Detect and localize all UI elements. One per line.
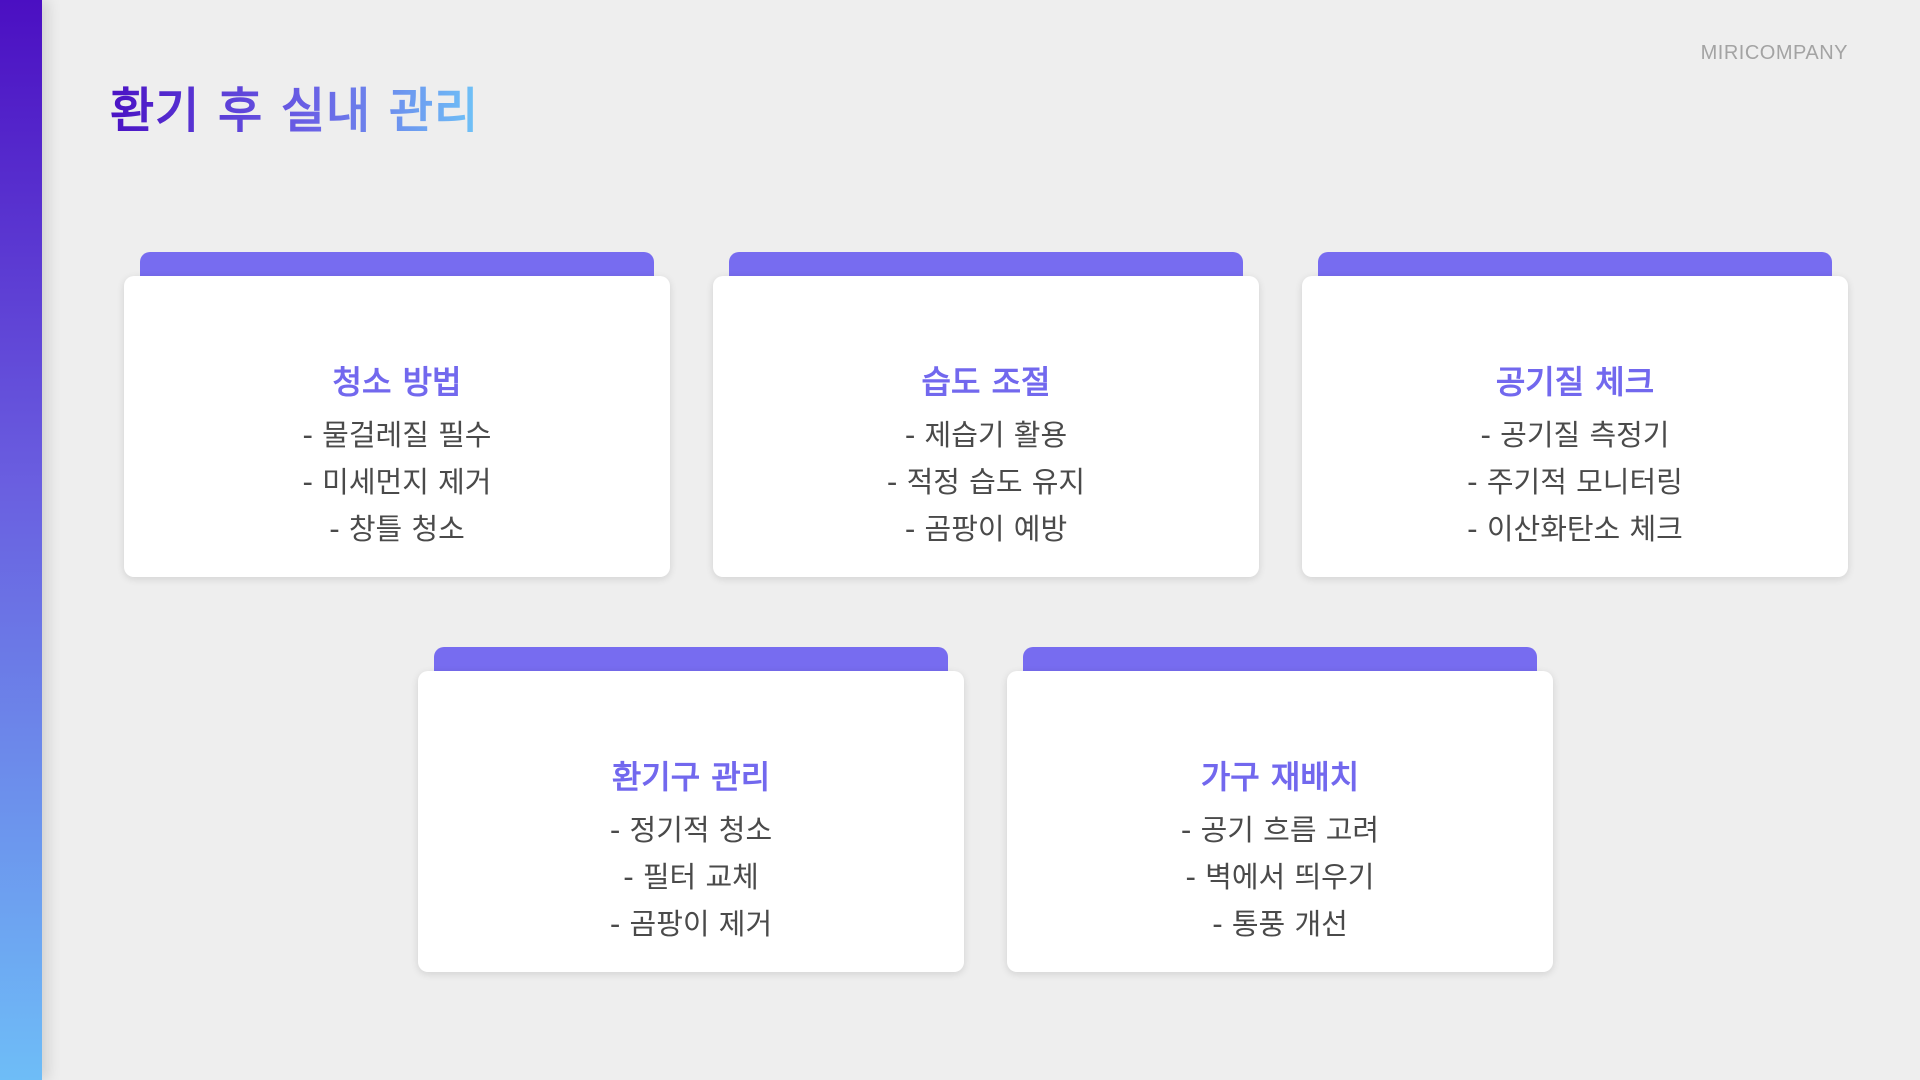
card-list: - 공기질 측정기 - 주기적 모니터링 - 이산화탄소 체크 — [1302, 412, 1848, 553]
card-title: 공기질 체크 — [1495, 363, 1655, 401]
card-title: 청소 방법 — [332, 363, 462, 401]
card-list: - 정기적 청소 - 필터 교체 - 곰팡이 제거 — [418, 807, 964, 948]
list-item: - 제습기 활용 — [904, 418, 1068, 452]
card-cleaning: 청소 방법 - 물걸레질 필수 - 미세먼지 제거 - 창틀 청소 — [124, 252, 670, 577]
card-title: 습도 조절 — [921, 363, 1051, 401]
card-body: 습도 조절 - 제습기 활용 - 적정 습도 유지 - 곰팡이 예방 — [713, 276, 1259, 577]
brand-label: MIRICOMPANY — [1700, 42, 1848, 64]
list-item: - 적정 습도 유지 — [886, 465, 1086, 499]
card-humidity: 습도 조절 - 제습기 활용 - 적정 습도 유지 - 곰팡이 예방 — [713, 252, 1259, 577]
list-item: - 필터 교체 — [623, 860, 759, 894]
card-body: 공기질 체크 - 공기질 측정기 - 주기적 모니터링 - 이산화탄소 체크 — [1302, 276, 1848, 577]
list-item: - 곰팡이 제거 — [609, 907, 773, 941]
list-item: - 이산화탄소 체크 — [1467, 512, 1683, 546]
list-item: - 벽에서 띄우기 — [1185, 860, 1375, 894]
side-accent-bar — [0, 0, 42, 1080]
page-title: 환기 후 실내 관리 — [110, 80, 479, 142]
card-vent: 환기구 관리 - 정기적 청소 - 필터 교체 - 곰팡이 제거 — [418, 647, 964, 972]
card-air-quality: 공기질 체크 - 공기질 측정기 - 주기적 모니터링 - 이산화탄소 체크 — [1302, 252, 1848, 577]
list-item: - 창틀 청소 — [329, 512, 465, 546]
card-list: - 물걸레질 필수 - 미세먼지 제거 - 창틀 청소 — [124, 412, 670, 553]
list-item: - 곰팡이 예방 — [904, 512, 1068, 546]
card-body: 청소 방법 - 물걸레질 필수 - 미세먼지 제거 - 창틀 청소 — [124, 276, 670, 577]
list-item: - 미세먼지 제거 — [302, 465, 492, 499]
card-body: 환기구 관리 - 정기적 청소 - 필터 교체 - 곰팡이 제거 — [418, 671, 964, 972]
card-furniture: 가구 재배치 - 공기 흐름 고려 - 벽에서 띄우기 - 통풍 개선 — [1007, 647, 1553, 972]
card-body: 가구 재배치 - 공기 흐름 고려 - 벽에서 띄우기 - 통풍 개선 — [1007, 671, 1553, 972]
list-item: - 물걸레질 필수 — [302, 418, 492, 452]
list-item: - 정기적 청소 — [609, 813, 773, 847]
list-item: - 공기 흐름 고려 — [1180, 813, 1380, 847]
card-title: 가구 재배치 — [1200, 758, 1360, 796]
list-item: - 주기적 모니터링 — [1467, 465, 1683, 499]
card-list: - 제습기 활용 - 적정 습도 유지 - 곰팡이 예방 — [713, 412, 1259, 553]
card-title: 환기구 관리 — [611, 758, 771, 796]
list-item: - 공기질 측정기 — [1480, 418, 1670, 452]
card-list: - 공기 흐름 고려 - 벽에서 띄우기 - 통풍 개선 — [1007, 807, 1553, 948]
list-item: - 통풍 개선 — [1212, 907, 1348, 941]
